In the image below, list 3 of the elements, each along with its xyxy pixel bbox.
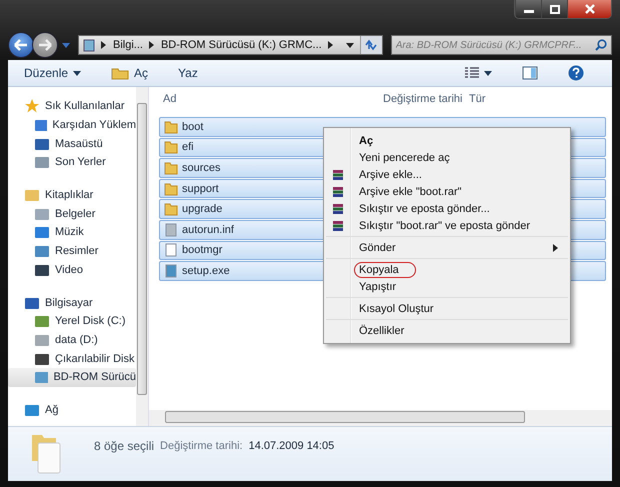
date-label: Değiştirme tarihi: <box>160 440 243 452</box>
selection-count: 8 öğe seçili <box>94 439 154 453</box>
date-value: 14.07.2009 14:05 <box>248 440 334 452</box>
